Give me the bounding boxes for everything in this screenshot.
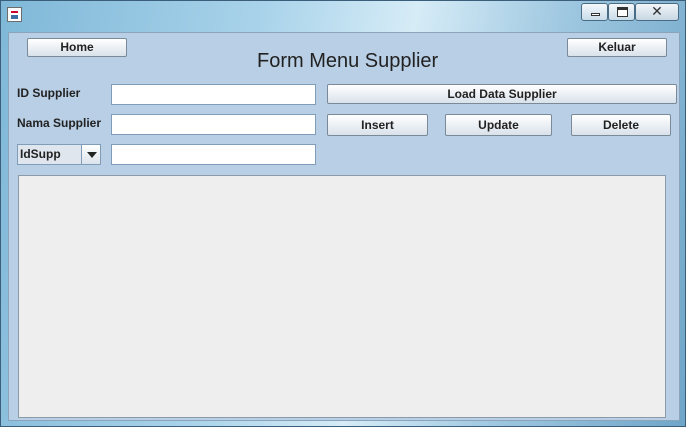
maximize-button[interactable]	[608, 3, 635, 21]
chevron-down-icon	[87, 152, 97, 158]
load-data-supplier-button[interactable]: Load Data Supplier	[327, 84, 677, 104]
form-panel: Home Form Menu Supplier Keluar ID Suppli…	[8, 32, 680, 421]
update-button[interactable]: Update	[445, 114, 552, 136]
insert-button[interactable]: Insert	[327, 114, 428, 136]
combobox-selected-value: IdSupp	[18, 145, 81, 164]
combobox-dropdown-button[interactable]	[81, 145, 100, 164]
search-input[interactable]	[111, 144, 316, 165]
nama-supplier-label: Nama Supplier	[17, 116, 102, 130]
search-field-combobox[interactable]: IdSupp	[17, 144, 101, 165]
home-button[interactable]: Home	[27, 38, 127, 57]
page-title: Form Menu Supplier	[257, 50, 439, 72]
supplier-table[interactable]	[18, 175, 666, 418]
close-button[interactable]: ✕	[635, 3, 679, 21]
window-frame: ✕ Home Form Menu Supplier Keluar ID Supp…	[0, 0, 686, 427]
java-app-icon[interactable]	[7, 7, 22, 22]
id-supplier-label: ID Supplier	[17, 86, 81, 100]
minimize-button[interactable]	[581, 3, 608, 21]
close-icon: ✕	[651, 4, 663, 20]
maximize-icon	[617, 7, 628, 17]
delete-button[interactable]: Delete	[571, 114, 671, 136]
id-supplier-input[interactable]	[111, 84, 316, 105]
title-bar[interactable]: ✕	[1, 1, 686, 27]
nama-supplier-input[interactable]	[111, 114, 316, 135]
exit-button[interactable]: Keluar	[567, 38, 667, 57]
minimize-icon	[591, 13, 600, 16]
